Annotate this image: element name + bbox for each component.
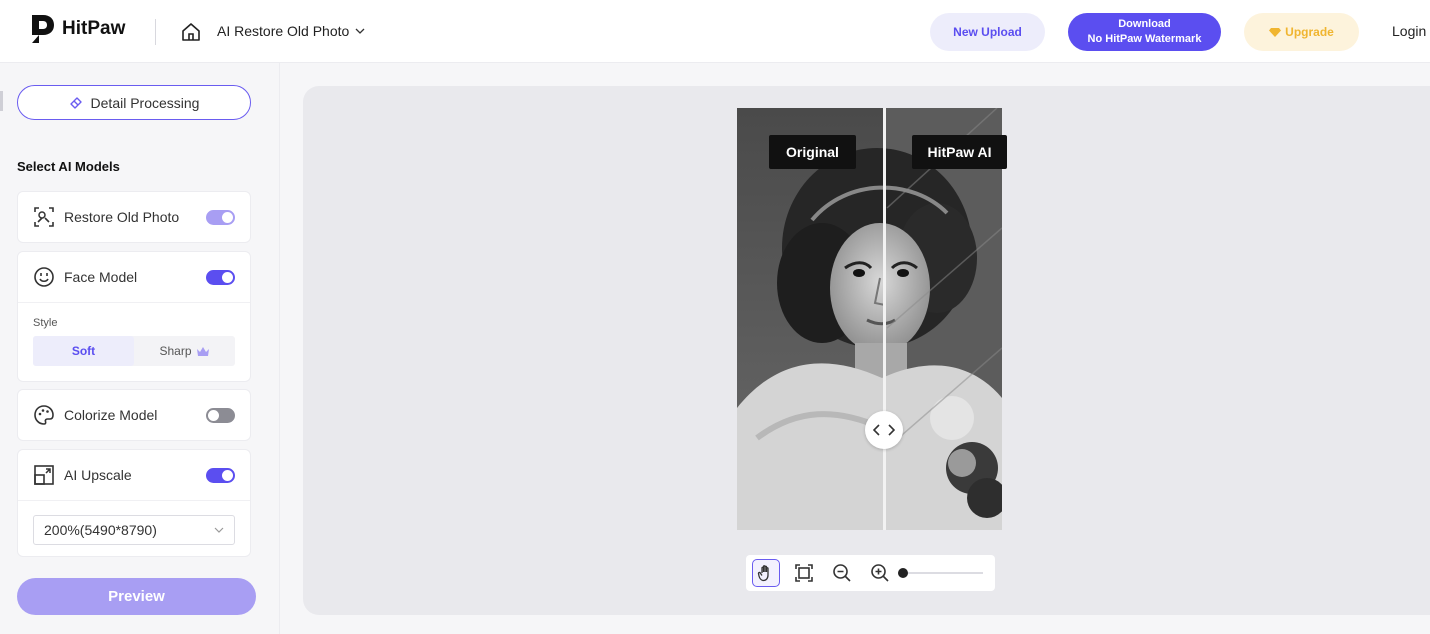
- upgrade-button[interactable]: Upgrade: [1244, 13, 1359, 51]
- style-option-sharp[interactable]: Sharp: [134, 336, 235, 366]
- new-upload-button[interactable]: New Upload: [930, 13, 1045, 51]
- comparison-photo[interactable]: [737, 108, 1002, 530]
- brand-name: HitPaw: [62, 18, 126, 39]
- zoom-slider-knob[interactable]: [898, 568, 908, 578]
- colorize-toggle[interactable]: [206, 407, 235, 423]
- arrows-left-right-icon: [873, 424, 895, 436]
- tool-selector[interactable]: AI Restore Old Photo: [217, 23, 365, 39]
- face-toggle[interactable]: [206, 269, 235, 285]
- portrait-image: [737, 108, 1002, 530]
- zoom-in-icon: [871, 564, 889, 582]
- zoom-slider[interactable]: [898, 567, 983, 579]
- hitpaw-ai-tag: HitPaw AI: [912, 135, 1007, 169]
- model-row-upscale[interactable]: AI Upscale: [18, 450, 250, 500]
- upscale-icon: [34, 465, 54, 485]
- zoom-toolbar: [746, 555, 995, 591]
- style-segmented-control: Soft Sharp: [33, 336, 235, 366]
- model-card-restore: Restore Old Photo: [17, 191, 251, 243]
- face-icon: [34, 267, 54, 287]
- header-divider: [155, 19, 156, 45]
- style-option-soft[interactable]: Soft: [33, 336, 134, 366]
- original-tag: Original: [769, 135, 856, 169]
- restore-icon: [34, 207, 54, 227]
- eraser-icon: [69, 96, 82, 109]
- upscale-select-value: 200%(5490*8790): [44, 522, 157, 538]
- model-row-colorize[interactable]: Colorize Model: [18, 390, 250, 440]
- download-button[interactable]: Download No HitPaw Watermark: [1068, 13, 1221, 51]
- zoom-slider-track: [898, 572, 983, 574]
- upscale-toggle[interactable]: [206, 467, 235, 483]
- section-title: Select AI Models: [17, 159, 120, 174]
- model-label-face: Face Model: [64, 269, 138, 285]
- model-label-restore: Restore Old Photo: [64, 209, 180, 225]
- crown-icon: [196, 346, 209, 356]
- detail-processing-label: Detail Processing: [90, 94, 200, 111]
- upscale-area: 200%(5490*8790): [18, 500, 250, 559]
- face-style-area: Style Soft Sharp: [18, 302, 250, 381]
- logo[interactable]: HitPaw: [28, 13, 125, 45]
- comparison-handle[interactable]: [865, 411, 903, 449]
- model-card-upscale: AI Upscale 200%(5490*8790): [17, 449, 251, 557]
- preview-canvas: Original HitPaw AI: [303, 86, 1430, 615]
- style-label: Style: [33, 317, 58, 329]
- sidebar-scroll-indicator: [0, 91, 3, 111]
- palette-icon: [34, 405, 54, 425]
- fit-screen-button[interactable]: [790, 559, 818, 587]
- hitpaw-logo-icon: [32, 15, 54, 43]
- hand-tool-button[interactable]: [752, 559, 780, 587]
- chevron-down-icon: [355, 28, 365, 34]
- preview-button[interactable]: Preview: [17, 578, 256, 615]
- zoom-in-button[interactable]: [866, 559, 894, 587]
- tool-selector-label: AI Restore Old Photo: [217, 23, 350, 39]
- hand-icon: [757, 565, 769, 582]
- model-card-colorize: Colorize Model: [17, 389, 251, 441]
- login-link[interactable]: Login: [1392, 23, 1426, 39]
- left-sidebar: Detail Processing Select AI Models Resto…: [0, 63, 280, 634]
- restore-toggle[interactable]: [206, 209, 235, 225]
- comparison-divider[interactable]: [883, 108, 886, 530]
- model-card-face: Face Model Style Soft Sharp: [17, 251, 251, 382]
- diamond-icon: [1269, 28, 1282, 37]
- model-label-upscale: AI Upscale: [64, 467, 132, 483]
- download-button-line1: Download: [1118, 18, 1171, 30]
- style-option-sharp-label: Sharp: [159, 344, 192, 358]
- upgrade-button-label: Upgrade: [1285, 25, 1334, 39]
- fit-screen-icon: [795, 564, 813, 582]
- zoom-out-button[interactable]: [828, 559, 856, 587]
- model-label-colorize: Colorize Model: [64, 407, 158, 423]
- style-option-soft-label: Soft: [71, 344, 96, 358]
- home-icon[interactable]: [180, 21, 202, 43]
- detail-processing-button[interactable]: Detail Processing: [17, 85, 251, 120]
- chevron-down-icon: [214, 527, 224, 533]
- upscale-select[interactable]: 200%(5490*8790): [33, 515, 235, 545]
- model-row-restore[interactable]: Restore Old Photo: [18, 192, 250, 242]
- download-button-line2: No HitPaw Watermark: [1087, 33, 1202, 45]
- model-row-face[interactable]: Face Model: [18, 252, 250, 302]
- top-header: HitPaw AI Restore Old Photo New Upload D…: [0, 0, 1430, 63]
- zoom-out-icon: [833, 564, 851, 582]
